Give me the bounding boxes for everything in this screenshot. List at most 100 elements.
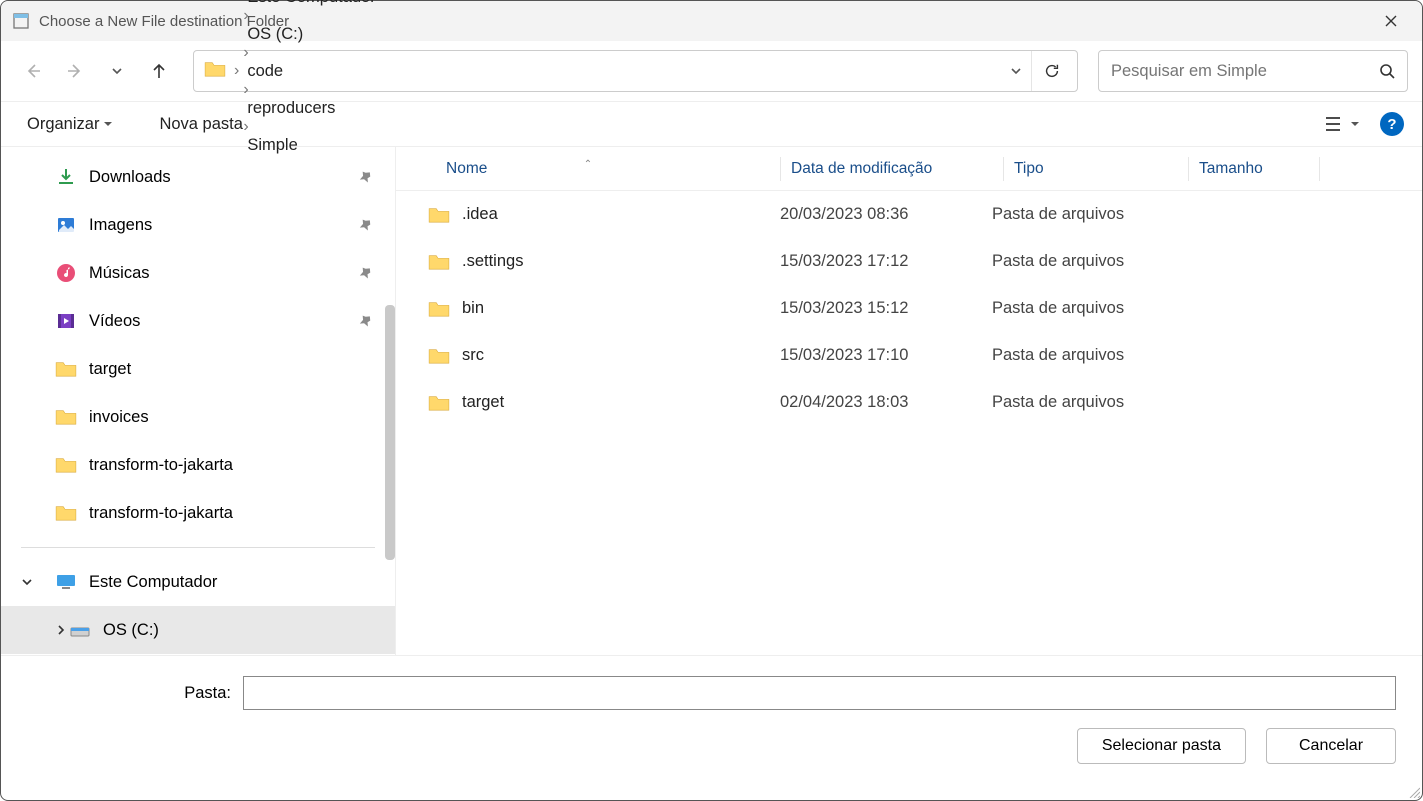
toolbar: Organizar Nova pasta ? bbox=[1, 101, 1422, 147]
column-size[interactable]: Tamanho bbox=[1199, 160, 1319, 178]
folder-icon bbox=[428, 394, 450, 412]
column-headers: ⌃ Nome Data de modificação Tipo Tamanho bbox=[396, 147, 1422, 191]
back-button[interactable] bbox=[15, 53, 51, 89]
folder-input[interactable] bbox=[243, 676, 1396, 710]
pin-icon bbox=[359, 314, 373, 328]
file-row[interactable]: .idea 20/03/2023 08:36Pasta de arquivos bbox=[396, 191, 1422, 238]
file-name: bin bbox=[462, 299, 484, 318]
bottom-panel: Pasta: Selecionar pasta Cancelar bbox=[1, 655, 1422, 774]
folder-icon bbox=[55, 358, 77, 380]
file-type: Pasta de arquivos bbox=[992, 393, 1166, 412]
file-list: ⌃ Nome Data de modificação Tipo Tamanho … bbox=[395, 147, 1422, 655]
up-button[interactable] bbox=[141, 53, 177, 89]
pin-icon bbox=[359, 170, 373, 184]
search-icon bbox=[1379, 63, 1395, 79]
sidebar-label: Downloads bbox=[89, 168, 171, 187]
download-icon bbox=[55, 166, 77, 188]
sidebar-label: target bbox=[89, 360, 131, 379]
close-button[interactable] bbox=[1368, 5, 1414, 37]
nav-row: › Este Computador›OS (C:)›code›reproduce… bbox=[1, 41, 1422, 101]
sort-indicator-icon: ⌃ bbox=[584, 159, 592, 170]
organize-menu[interactable]: Organizar bbox=[19, 111, 121, 138]
drive-icon bbox=[69, 619, 91, 641]
sidebar-item-drive[interactable]: OS (C:) bbox=[1, 606, 395, 654]
chevron-down-icon[interactable] bbox=[21, 576, 33, 588]
folder-icon bbox=[55, 454, 77, 476]
sidebar-item[interactable]: Músicas bbox=[1, 249, 395, 297]
column-date[interactable]: Data de modificação bbox=[791, 160, 1003, 178]
view-menu[interactable] bbox=[1320, 115, 1364, 133]
sidebar-item[interactable]: transform-to-jakarta bbox=[1, 489, 395, 537]
app-icon bbox=[13, 13, 29, 29]
recent-dropdown[interactable] bbox=[99, 53, 135, 89]
sidebar: Downloads ImagensMúsicasVídeos target invoi… bbox=[1, 147, 395, 655]
file-name: target bbox=[462, 393, 504, 412]
folder-icon bbox=[55, 502, 77, 524]
videos-icon bbox=[55, 310, 77, 332]
sidebar-item[interactable]: Downloads bbox=[1, 153, 395, 201]
file-type: Pasta de arquivos bbox=[992, 346, 1166, 365]
address-bar[interactable]: › Este Computador›OS (C:)›code›reproduce… bbox=[193, 50, 1078, 92]
breadcrumb-item[interactable]: OS (C:) bbox=[241, 25, 381, 44]
file-row[interactable]: bin 15/03/2023 15:12Pasta de arquivos bbox=[396, 285, 1422, 332]
file-date: 15/03/2023 17:10 bbox=[780, 346, 992, 365]
file-type: Pasta de arquivos bbox=[992, 252, 1166, 271]
images-icon bbox=[55, 214, 77, 236]
address-dropdown[interactable] bbox=[1001, 64, 1031, 78]
help-button[interactable]: ? bbox=[1380, 112, 1404, 136]
file-date: 15/03/2023 17:12 bbox=[780, 252, 992, 271]
sidebar-label: invoices bbox=[89, 408, 149, 427]
new-folder-label: Nova pasta bbox=[159, 115, 242, 134]
file-date: 15/03/2023 15:12 bbox=[780, 299, 992, 318]
folder-icon bbox=[55, 406, 77, 428]
sidebar-item[interactable]: invoices bbox=[1, 393, 395, 441]
pin-icon bbox=[359, 218, 373, 232]
folder-icon bbox=[428, 253, 450, 271]
file-name: .settings bbox=[462, 252, 523, 271]
breadcrumb-item[interactable]: Este Computador bbox=[241, 0, 381, 7]
resize-grip[interactable] bbox=[1408, 786, 1420, 798]
folder-icon bbox=[428, 300, 450, 318]
column-type[interactable]: Tipo bbox=[1014, 160, 1188, 178]
sidebar-label: Este Computador bbox=[89, 573, 217, 592]
sidebar-item[interactable]: Imagens bbox=[1, 201, 395, 249]
column-name[interactable]: ⌃ Nome bbox=[396, 160, 780, 178]
folder-icon bbox=[428, 206, 450, 224]
file-row[interactable]: src 15/03/2023 17:10Pasta de arquivos bbox=[396, 332, 1422, 379]
sidebar-label: OS (C:) bbox=[103, 621, 159, 640]
title-bar: Choose a New File destination Folder bbox=[1, 1, 1422, 41]
file-name: src bbox=[462, 346, 484, 365]
folder-icon bbox=[204, 60, 226, 82]
sidebar-scrollbar[interactable] bbox=[385, 305, 395, 560]
file-type: Pasta de arquivos bbox=[992, 299, 1166, 318]
sidebar-item[interactable]: target bbox=[1, 345, 395, 393]
organize-label: Organizar bbox=[27, 115, 99, 134]
file-type: Pasta de arquivos bbox=[992, 205, 1166, 224]
search-box[interactable] bbox=[1098, 50, 1408, 92]
refresh-button[interactable] bbox=[1031, 51, 1071, 91]
sidebar-item-computer[interactable]: Este Computador bbox=[1, 558, 395, 606]
folder-label: Pasta: bbox=[27, 684, 243, 703]
chevron-right-icon: › bbox=[241, 7, 250, 24]
sidebar-label: transform-to-jakarta bbox=[89, 456, 233, 475]
sidebar-item[interactable]: transform-to-jakarta bbox=[1, 441, 395, 489]
sidebar-label: transform-to-jakarta bbox=[89, 504, 233, 523]
sidebar-item[interactable]: Vídeos bbox=[1, 297, 395, 345]
forward-button[interactable] bbox=[57, 53, 93, 89]
file-row[interactable]: .settings 15/03/2023 17:12Pasta de arquiv… bbox=[396, 238, 1422, 285]
breadcrumb-item[interactable]: code bbox=[241, 62, 381, 81]
file-row[interactable]: target02/04/2023 18:03Pasta de arquivos bbox=[396, 379, 1422, 426]
chevron-right-icon: › bbox=[241, 81, 250, 98]
file-name: .idea bbox=[462, 205, 498, 224]
chevron-right-icon[interactable] bbox=[55, 624, 67, 636]
file-date: 20/03/2023 08:36 bbox=[780, 205, 992, 224]
folder-icon bbox=[428, 347, 450, 365]
music-icon bbox=[55, 262, 77, 284]
computer-icon bbox=[55, 571, 77, 593]
cancel-button[interactable]: Cancelar bbox=[1266, 728, 1396, 764]
select-folder-button[interactable]: Selecionar pasta bbox=[1077, 728, 1246, 764]
new-folder-button[interactable]: Nova pasta bbox=[151, 111, 250, 138]
breadcrumb-item[interactable]: reproducers bbox=[241, 99, 381, 118]
search-input[interactable] bbox=[1111, 62, 1379, 81]
window-title: Choose a New File destination Folder bbox=[39, 13, 1368, 30]
